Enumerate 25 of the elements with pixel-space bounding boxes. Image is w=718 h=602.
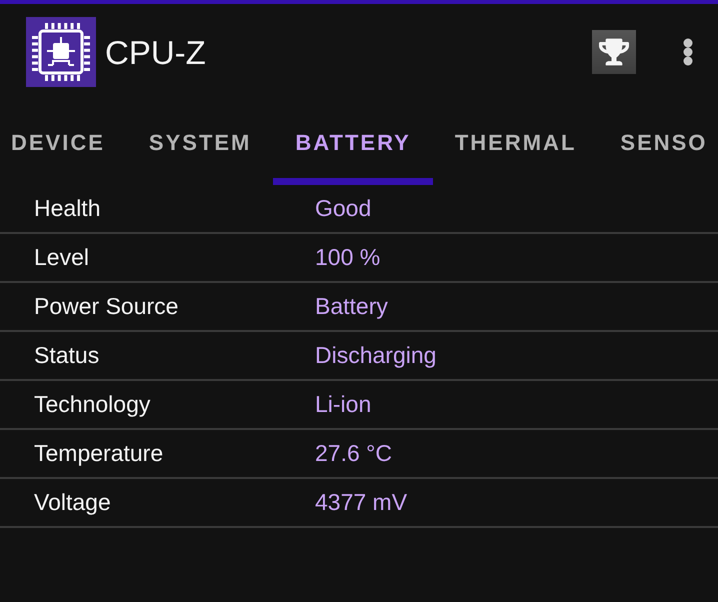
row-label: Level xyxy=(34,243,90,272)
row-value: Discharging xyxy=(315,341,436,370)
row-label: Temperature xyxy=(34,439,164,468)
row-value: Battery xyxy=(315,292,388,322)
row-value: Li-ion xyxy=(315,390,372,420)
row-label: Power Source xyxy=(34,292,180,322)
row-value: 100 % xyxy=(315,243,380,272)
trophy-icon xyxy=(599,37,629,67)
row-label: Technology xyxy=(34,390,152,420)
row-value: 27.6 °C xyxy=(315,439,392,468)
tab[interactable]: THERMAL xyxy=(432,100,598,185)
row-value: Good xyxy=(315,194,372,224)
trophy-button[interactable] xyxy=(592,30,636,74)
more-options-button[interactable] xyxy=(682,37,694,67)
tab[interactable]: DEVICE xyxy=(0,100,127,185)
row-label: Voltage xyxy=(34,488,112,518)
row-label: Health xyxy=(34,194,102,224)
app-title: CPU-Z xyxy=(105,36,206,68)
tab[interactable]: SYSTEM xyxy=(126,100,274,185)
more-vertical-icon xyxy=(683,38,693,66)
row-label: Status xyxy=(34,341,100,370)
chip-logo-icon xyxy=(26,17,96,87)
tab[interactable]: SENSO xyxy=(598,100,718,185)
tab[interactable]: BATTERY xyxy=(273,100,433,185)
row-value: 4377 mV xyxy=(315,488,408,518)
